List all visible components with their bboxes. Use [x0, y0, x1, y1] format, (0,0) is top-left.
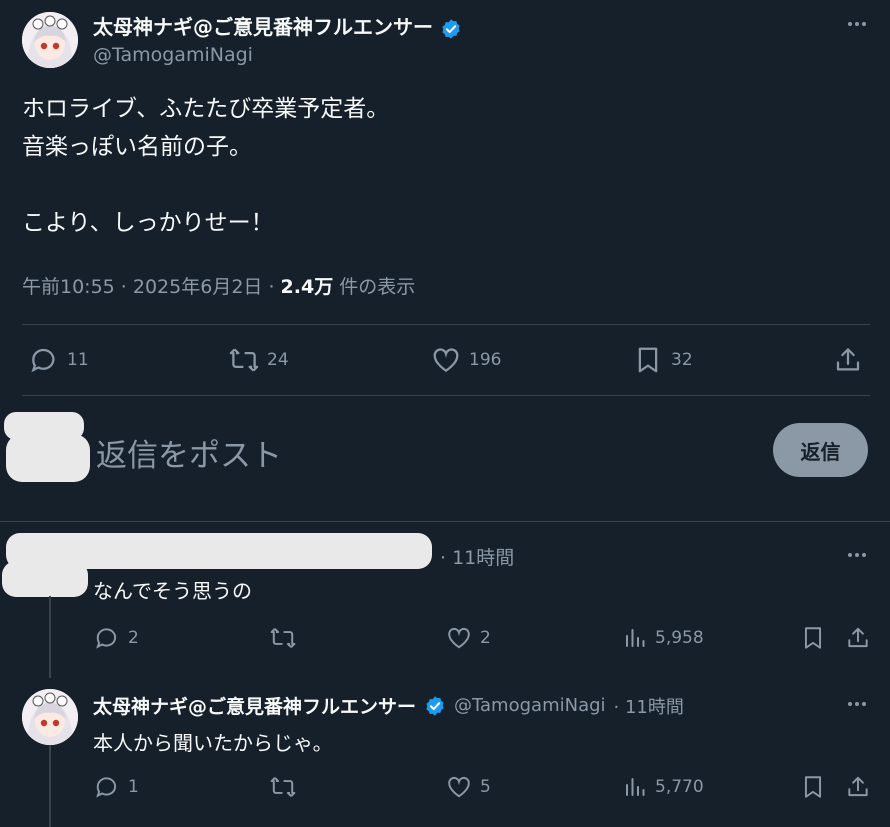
reply-icon [96, 777, 117, 798]
views-count: 5,770 [655, 777, 704, 797]
author-handle[interactable]: @TamogamiNagi [454, 695, 606, 716]
reply-count: 1 [128, 777, 139, 797]
author-avatar[interactable] [22, 689, 78, 745]
like-count: 2 [480, 628, 491, 648]
share-icon [848, 627, 868, 648]
redacted-avatar [6, 434, 90, 482]
bookmark-icon [638, 347, 658, 373]
share-icon [836, 348, 860, 371]
reply-button[interactable]: 1 [94, 774, 139, 800]
author-display-name[interactable]: 太母神ナギ@ご意見番神フルエンサー [93, 692, 416, 719]
bookmark-button[interactable]: 32 [633, 345, 693, 375]
bookmark-button[interactable] [800, 774, 826, 800]
reply-button[interactable]: 2 [94, 625, 139, 651]
like-count: 5 [480, 777, 491, 797]
reply-timestamp[interactable]: · 11時間 [440, 543, 514, 570]
redacted-avatar [2, 561, 88, 597]
retweet-button[interactable] [270, 625, 296, 651]
more-options-icon[interactable] [845, 694, 869, 714]
reply-input[interactable]: 返信をポスト [96, 430, 282, 475]
retweet-button[interactable] [270, 774, 296, 800]
thread-connector [49, 745, 51, 827]
views-count: 2.4万 [280, 276, 334, 298]
reply-text: なんでそう思うの [93, 579, 252, 603]
retweet-icon [270, 777, 296, 797]
like-button[interactable]: 5 [446, 774, 491, 800]
share-icon [848, 776, 868, 797]
reply-header: 太母神ナギ@ご意見番神フルエンサー @TamogamiNagi · 11時間 [93, 692, 684, 719]
views-label: 件の表示 [333, 276, 416, 298]
like-button[interactable]: 196 [431, 345, 501, 375]
bookmark-count: 32 [671, 350, 693, 370]
divider [22, 324, 870, 325]
share-button[interactable] [833, 345, 863, 375]
share-button[interactable] [845, 625, 871, 651]
reply-count: 11 [67, 350, 89, 370]
reply-icon [31, 348, 55, 373]
author-display-name[interactable]: 太母神ナギ@ご意見番神フルエンサー [93, 15, 433, 39]
like-count: 196 [469, 350, 502, 370]
verified-badge-icon [426, 695, 444, 716]
reply-timestamp[interactable]: · 11時間 [614, 693, 684, 719]
more-options-icon[interactable] [845, 14, 869, 34]
bookmark-button[interactable] [800, 625, 826, 651]
tweet-timestamp[interactable]: 午前10:55 · 2025年6月2日 · [22, 276, 281, 298]
like-button[interactable]: 2 [446, 625, 491, 651]
reply-count: 2 [128, 628, 139, 648]
heart-icon [448, 627, 470, 649]
bookmark-icon [804, 776, 822, 798]
more-options-icon[interactable] [845, 545, 869, 565]
reply-text: 本人から聞いたからじゃ。 [93, 731, 333, 755]
retweet-icon [270, 628, 296, 648]
analytics-icon [626, 778, 645, 796]
divider [0, 521, 890, 522]
author-handle[interactable]: @TamogamiNagi [93, 44, 253, 66]
tweet-text: ホロライブ、ふたたび卒業予定者。 音楽っぽい名前の子。 こより、しっかりせー！ [22, 96, 390, 236]
reply-submit-button[interactable]: 返信 [773, 423, 868, 477]
retweet-button[interactable]: 24 [229, 345, 289, 375]
bookmark-icon [804, 627, 822, 649]
views-button[interactable]: 5,770 [623, 774, 704, 800]
analytics-icon [626, 629, 645, 647]
views-button[interactable]: 5,958 [623, 625, 704, 651]
retweet-count: 24 [267, 350, 289, 370]
views-count: 5,958 [655, 628, 704, 648]
reply-button[interactable]: 11 [29, 345, 89, 375]
divider [22, 395, 870, 396]
share-button[interactable] [845, 774, 871, 800]
thread-connector [49, 596, 51, 678]
reply-icon [96, 628, 117, 649]
author-name[interactable]: 太母神ナギ@ご意見番神フルエンサー [93, 11, 462, 40]
verified-badge-icon [442, 18, 460, 39]
heart-icon [448, 776, 470, 798]
tweet-meta: 午前10:55 · 2025年6月2日 · 2.4万 件の表示 [22, 272, 415, 299]
author-avatar[interactable] [22, 12, 78, 68]
retweet-icon [229, 348, 259, 372]
heart-icon [433, 348, 459, 372]
